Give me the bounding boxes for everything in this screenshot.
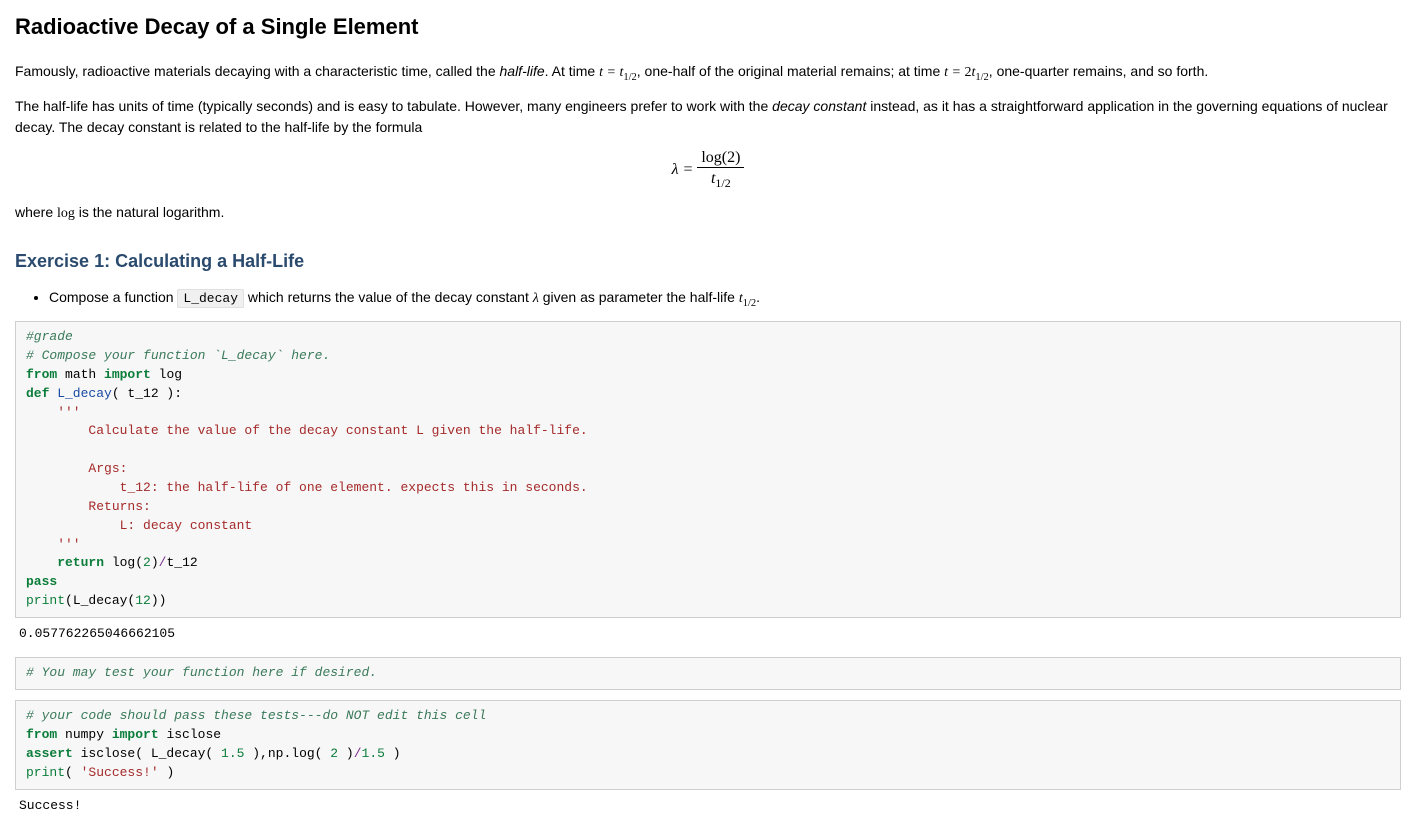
code-text: log(	[104, 555, 143, 570]
text: Compose a function	[49, 289, 177, 305]
text: log	[701, 149, 721, 166]
page-title: Radioactive Decay of a Single Element	[15, 10, 1401, 43]
code-text: log	[151, 367, 182, 382]
code-number: 2	[330, 746, 338, 761]
code-text: numpy	[57, 727, 112, 742]
code-text: )	[151, 555, 159, 570]
output-cell-1: 0.057762265046662105	[15, 620, 1401, 648]
code-text: )	[338, 746, 354, 761]
fraction: log(2) t1/2	[697, 148, 744, 192]
text: .	[756, 289, 760, 305]
code-docstring: Calculate the value of the decay constan…	[26, 423, 588, 438]
code-text: (	[65, 765, 81, 780]
paragraph-intro: Famously, radioactive materials decaying…	[15, 61, 1401, 86]
text: t = t	[599, 65, 623, 80]
code-text: isclose( L_decay(	[73, 746, 221, 761]
text: (2)	[722, 149, 741, 166]
code-text: math	[57, 367, 104, 382]
code-number: 2	[143, 555, 151, 570]
code-docstring: '''	[26, 537, 81, 552]
code-docstring: Returns:	[26, 499, 151, 514]
code-builtin: print	[26, 765, 65, 780]
subscript: 1/2	[623, 72, 636, 83]
math-inline: t = 2t1/2	[944, 65, 989, 80]
code-cell-3[interactable]: # your code should pass these tests---do…	[15, 700, 1401, 789]
subscript: 1/2	[715, 176, 730, 190]
code-text: t_12	[166, 555, 197, 570]
code-string: 'Success!'	[81, 765, 159, 780]
code-docstring: Args:	[26, 461, 127, 476]
term-half-life: half-life	[500, 63, 545, 79]
code-keyword: assert	[26, 746, 73, 761]
code-text: ),np.	[244, 746, 291, 761]
code-keyword: from	[26, 727, 57, 742]
formula-lambda: λ = log(2) t1/2	[15, 148, 1401, 192]
text: given as parameter the half-life	[539, 289, 739, 305]
subscript: 1/2	[975, 72, 988, 83]
code-docstring: L: decay constant	[26, 518, 252, 533]
text: The half-life has units of time (typical…	[15, 98, 772, 114]
code-cell-1[interactable]: #grade # Compose your function `L_decay`…	[15, 321, 1401, 618]
code-comment: #grade	[26, 329, 73, 344]
code-keyword: from	[26, 367, 57, 382]
code-text: log	[291, 746, 314, 761]
code-docstring: '''	[26, 405, 81, 420]
code-builtin: print	[26, 593, 65, 608]
term-log: log	[57, 206, 75, 221]
code-docstring: t_12: the half-life of one element. expe…	[26, 480, 588, 495]
code-keyword: return	[26, 555, 104, 570]
text: where	[15, 204, 57, 220]
code-keyword: import	[104, 367, 151, 382]
text: , one-quarter remains, and so forth.	[989, 63, 1208, 79]
term-decay-constant: decay constant	[772, 98, 866, 114]
text: . At time	[545, 63, 599, 79]
paragraph-decay-constant: The half-life has units of time (typical…	[15, 96, 1401, 138]
code-text: ( t_12 ):	[112, 386, 182, 401]
code-text: )	[385, 746, 401, 761]
code-text: ))	[151, 593, 167, 608]
fraction-numerator: log(2)	[697, 148, 744, 168]
text: which returns the value of the decay con…	[244, 289, 533, 305]
formula-lhs: λ =	[672, 160, 698, 177]
code-comment: # your code should pass these tests---do…	[26, 708, 486, 723]
fraction-denominator: t1/2	[697, 168, 744, 192]
code-comment: # Compose your function `L_decay` here.	[26, 348, 330, 363]
output-cell-2: Success!	[15, 792, 1401, 820]
code-text: )	[159, 765, 175, 780]
code-keyword: def	[26, 386, 49, 401]
code-text: isclose	[159, 727, 221, 742]
code-op: /	[354, 746, 362, 761]
code-number: 1.5	[362, 746, 385, 761]
math-t: t1/2	[739, 291, 756, 306]
code-inline: L_decay	[177, 289, 244, 308]
exercise-heading: Exercise 1: Calculating a Half-Life	[15, 248, 1401, 275]
code-text: (L_decay(	[65, 593, 135, 608]
code-func: L_decay	[49, 386, 111, 401]
math-inline: t = t1/2	[599, 65, 637, 80]
subscript: 1/2	[743, 298, 756, 309]
list-item: Compose a function L_decay which returns…	[49, 287, 1401, 312]
paragraph-log-note: where log is the natural logarithm.	[15, 202, 1401, 224]
code-comment: # You may test your function here if des…	[26, 665, 377, 680]
code-cell-2[interactable]: # You may test your function here if des…	[15, 657, 1401, 690]
exercise-list: Compose a function L_decay which returns…	[15, 287, 1401, 312]
text: , one-half of the original material rema…	[637, 63, 944, 79]
code-keyword: import	[112, 727, 159, 742]
text: t =	[944, 65, 964, 80]
text: Famously, radioactive materials decaying…	[15, 63, 500, 79]
code-number: 12	[135, 593, 151, 608]
code-keyword: pass	[26, 574, 57, 589]
text: is the natural logarithm.	[75, 204, 224, 220]
code-text: (	[315, 746, 331, 761]
code-number: 1.5	[221, 746, 244, 761]
